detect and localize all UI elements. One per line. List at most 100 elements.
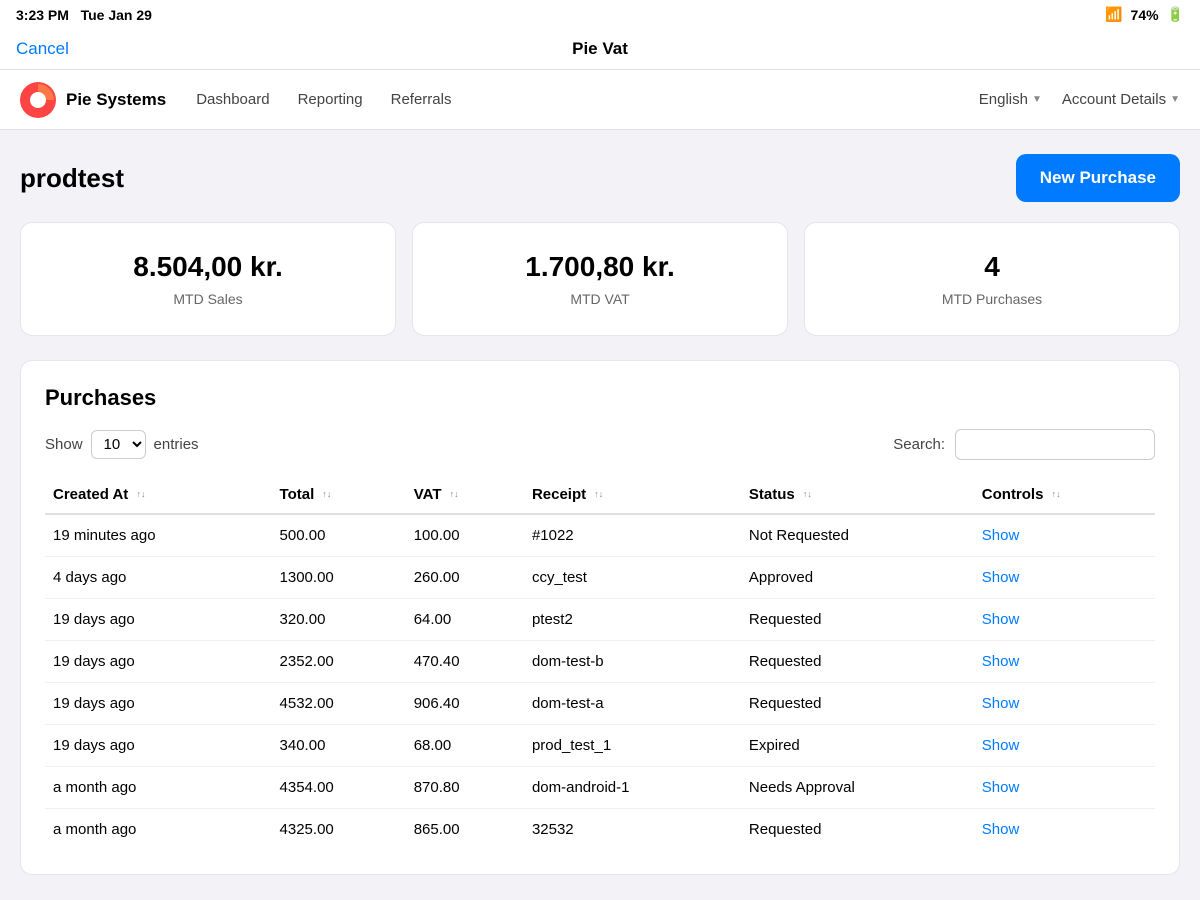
stat-value-sales: 8.504,00 kr. xyxy=(41,251,375,283)
table-controls: Show 10 25 50 entries Search: xyxy=(45,429,1155,460)
cell-created-at: 19 days ago xyxy=(45,725,272,767)
sort-arrows-controls[interactable]: ↑↓ xyxy=(1052,490,1061,500)
sort-arrows-created-at[interactable]: ↑↓ xyxy=(136,490,145,500)
cell-receipt: dom-android-1 xyxy=(524,767,741,809)
cell-vat: 470.40 xyxy=(406,641,524,683)
cell-created-at: 4 days ago xyxy=(45,557,272,599)
purchases-table: Created At ↑↓ Total ↑↓ VAT ↑↓ Receipt ↑↓ xyxy=(45,476,1155,850)
status-bar: 3:23 PM Tue Jan 29 📶 74% 🔋 xyxy=(0,0,1200,29)
show-link[interactable]: Show xyxy=(982,569,1020,586)
purchases-title: Purchases xyxy=(45,385,1155,411)
table-row: 4 days ago 1300.00 260.00 ccy_test Appro… xyxy=(45,557,1155,599)
search-input[interactable] xyxy=(955,429,1155,460)
cell-status: Needs Approval xyxy=(741,767,974,809)
sort-arrows-receipt[interactable]: ↑↓ xyxy=(594,490,603,500)
cell-vat: 68.00 xyxy=(406,725,524,767)
cell-receipt: dom-test-a xyxy=(524,683,741,725)
show-link[interactable]: Show xyxy=(982,695,1020,712)
nav-link-dashboard[interactable]: Dashboard xyxy=(196,91,269,108)
sort-arrows-status[interactable]: ↑↓ xyxy=(803,490,812,500)
cell-vat: 906.40 xyxy=(406,683,524,725)
cell-vat: 100.00 xyxy=(406,514,524,557)
cell-control: Show xyxy=(974,767,1155,809)
table-row: 19 days ago 320.00 64.00 ptest2 Requeste… xyxy=(45,599,1155,641)
show-link[interactable]: Show xyxy=(982,779,1020,796)
entries-select[interactable]: 10 25 50 xyxy=(91,430,146,459)
date: Tue Jan 29 xyxy=(81,7,152,23)
stat-card-sales: 8.504,00 kr. MTD Sales xyxy=(20,222,396,336)
show-link[interactable]: Show xyxy=(982,653,1020,670)
show-link[interactable]: Show xyxy=(982,821,1020,838)
cell-total: 4325.00 xyxy=(272,809,406,851)
status-time-date: 3:23 PM Tue Jan 29 xyxy=(16,7,152,23)
cell-status: Requested xyxy=(741,599,974,641)
cell-receipt: ptest2 xyxy=(524,599,741,641)
cell-vat: 865.00 xyxy=(406,809,524,851)
cell-control: Show xyxy=(974,641,1155,683)
stat-card-purchases: 4 MTD Purchases xyxy=(804,222,1180,336)
nav-right: English ▼ Account Details ▼ xyxy=(979,91,1180,108)
cell-control: Show xyxy=(974,809,1155,851)
main-content: prodtest New Purchase 8.504,00 kr. MTD S… xyxy=(0,130,1200,899)
nav-link-referrals[interactable]: Referrals xyxy=(391,91,452,108)
table-header: Created At ↑↓ Total ↑↓ VAT ↑↓ Receipt ↑↓ xyxy=(45,476,1155,514)
cell-total: 500.00 xyxy=(272,514,406,557)
page-title: prodtest xyxy=(20,163,124,194)
nav-bar: Pie Systems Dashboard Reporting Referral… xyxy=(0,70,1200,130)
cancel-button[interactable]: Cancel xyxy=(16,39,69,59)
sort-arrows-vat[interactable]: ↑↓ xyxy=(450,490,459,500)
wifi-icon: 📶 xyxy=(1105,6,1122,23)
cell-control: Show xyxy=(974,683,1155,725)
show-label: Show xyxy=(45,436,83,453)
cell-total: 320.00 xyxy=(272,599,406,641)
search-label: Search: xyxy=(893,436,945,453)
cell-created-at: 19 days ago xyxy=(45,641,272,683)
cell-status: Requested xyxy=(741,809,974,851)
table-row: a month ago 4354.00 870.80 dom-android-1… xyxy=(45,767,1155,809)
language-dropdown[interactable]: English ▼ xyxy=(979,91,1042,108)
col-status: Status ↑↓ xyxy=(741,476,974,514)
show-link[interactable]: Show xyxy=(982,611,1020,628)
stat-value-vat: 1.700,80 kr. xyxy=(433,251,767,283)
page-title-bar: Pie Vat xyxy=(572,39,628,59)
account-dropdown[interactable]: Account Details ▼ xyxy=(1062,91,1180,108)
cell-vat: 260.00 xyxy=(406,557,524,599)
cell-created-at: a month ago xyxy=(45,809,272,851)
cell-created-at: 19 days ago xyxy=(45,683,272,725)
col-total: Total ↑↓ xyxy=(272,476,406,514)
show-link[interactable]: Show xyxy=(982,527,1020,544)
language-label: English xyxy=(979,91,1028,108)
cell-status: Requested xyxy=(741,683,974,725)
cell-created-at: 19 minutes ago xyxy=(45,514,272,557)
status-right: 📶 74% 🔋 xyxy=(1105,6,1184,23)
show-link[interactable]: Show xyxy=(982,737,1020,754)
cell-created-at: 19 days ago xyxy=(45,599,272,641)
new-purchase-button[interactable]: New Purchase xyxy=(1016,154,1180,202)
cell-receipt: prod_test_1 xyxy=(524,725,741,767)
language-dropdown-arrow: ▼ xyxy=(1032,94,1042,105)
battery-icon: 🔋 xyxy=(1167,6,1184,23)
sort-arrows-total[interactable]: ↑↓ xyxy=(322,490,331,500)
cell-status: Expired xyxy=(741,725,974,767)
stats-row: 8.504,00 kr. MTD Sales 1.700,80 kr. MTD … xyxy=(20,222,1180,336)
time: 3:23 PM xyxy=(16,7,69,23)
table-row: 19 days ago 4532.00 906.40 dom-test-a Re… xyxy=(45,683,1155,725)
col-receipt: Receipt ↑↓ xyxy=(524,476,741,514)
cell-control: Show xyxy=(974,599,1155,641)
title-bar: Cancel Pie Vat xyxy=(0,29,1200,70)
cell-status: Not Requested xyxy=(741,514,974,557)
stat-label-purchases: MTD Purchases xyxy=(825,291,1159,307)
stat-label-vat: MTD VAT xyxy=(433,291,767,307)
nav-link-reporting[interactable]: Reporting xyxy=(298,91,363,108)
col-created-at: Created At ↑↓ xyxy=(45,476,272,514)
table-row: 19 days ago 2352.00 470.40 dom-test-b Re… xyxy=(45,641,1155,683)
entries-label: entries xyxy=(154,436,199,453)
cell-receipt: ccy_test xyxy=(524,557,741,599)
cell-total: 2352.00 xyxy=(272,641,406,683)
cell-total: 340.00 xyxy=(272,725,406,767)
logo-icon xyxy=(20,82,56,118)
cell-vat: 64.00 xyxy=(406,599,524,641)
search-control: Search: xyxy=(893,429,1155,460)
col-vat: VAT ↑↓ xyxy=(406,476,524,514)
cell-control: Show xyxy=(974,557,1155,599)
